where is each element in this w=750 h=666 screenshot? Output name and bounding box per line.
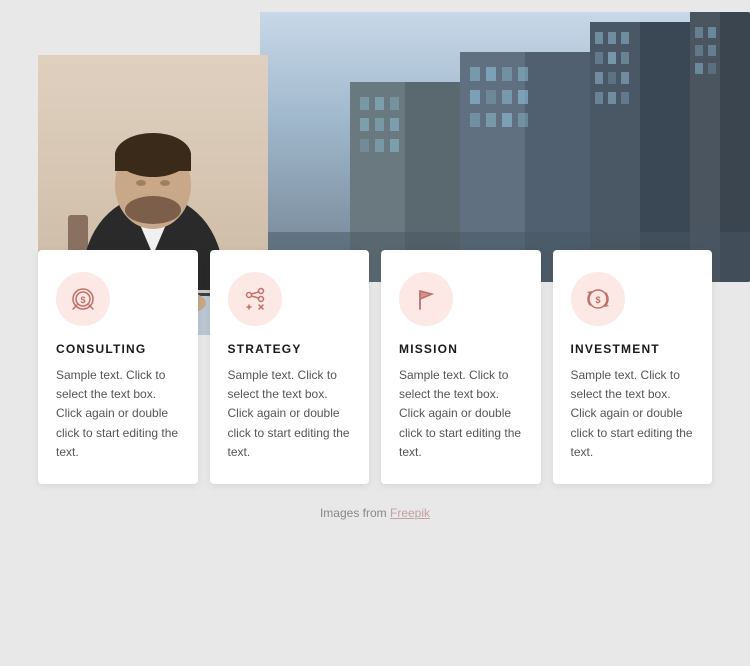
page-wrapper: $ CONSULTING Sample text. Click to selec… <box>0 0 750 540</box>
strategy-icon-wrapper <box>228 272 282 326</box>
consulting-card[interactable]: $ CONSULTING Sample text. Click to selec… <box>38 250 198 484</box>
consulting-text: Sample text. Click to select the text bo… <box>56 366 180 462</box>
consulting-title: CONSULTING <box>56 342 180 356</box>
strategy-text: Sample text. Click to select the text bo… <box>228 366 352 462</box>
consulting-icon-wrapper: $ <box>56 272 110 326</box>
strategy-icon <box>241 285 269 313</box>
consulting-icon: $ <box>69 285 97 313</box>
investment-icon: $ <box>584 285 612 313</box>
investment-text: Sample text. Click to select the text bo… <box>571 366 695 462</box>
investment-card[interactable]: $ INVESTMENT Sample text. Click to selec… <box>553 250 713 484</box>
strategy-title: STRATEGY <box>228 342 352 356</box>
svg-text:$: $ <box>80 295 85 305</box>
strategy-card[interactable]: STRATEGY Sample text. Click to select th… <box>210 250 370 484</box>
svg-text:$: $ <box>595 295 600 305</box>
mission-title: MISSION <box>399 342 523 356</box>
investment-icon-wrapper: $ <box>571 272 625 326</box>
mission-card[interactable]: MISSION Sample text. Click to select the… <box>381 250 541 484</box>
cards-section: $ CONSULTING Sample text. Click to selec… <box>0 250 750 484</box>
mission-icon-wrapper <box>399 272 453 326</box>
investment-title: INVESTMENT <box>571 342 695 356</box>
mission-icon <box>412 285 440 313</box>
footer-text: Images from <box>320 506 390 520</box>
city-image <box>260 12 750 282</box>
freepik-link[interactable]: Freepik <box>390 506 430 520</box>
mission-text: Sample text. Click to select the text bo… <box>399 366 523 462</box>
footer: Images from Freepik <box>0 506 750 520</box>
